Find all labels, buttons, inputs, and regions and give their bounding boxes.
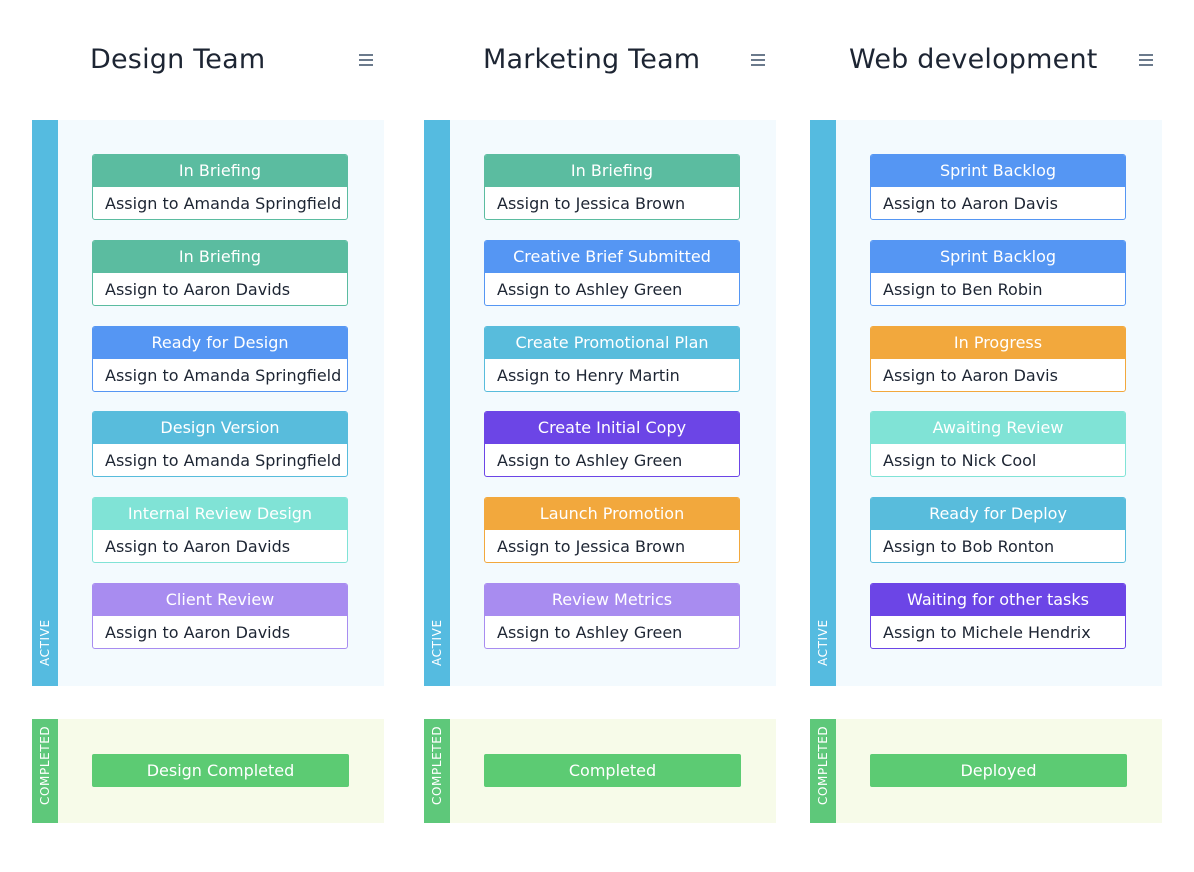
completed-strip: COMPLETED xyxy=(32,719,58,823)
task-assignee: Assign to Aaron Davids xyxy=(105,280,291,299)
board-column: Marketing Team ACTIVE In Briefing Assign to… xyxy=(424,0,776,872)
active-section: ACTIVE Sprint Backlog Assign to Aaron Davi… xyxy=(810,120,1162,686)
task-assignee: Assign to Amanda Springfield xyxy=(105,366,342,385)
active-strip: ACTIVE xyxy=(424,120,450,686)
completed-section: COMPLETED Deployed xyxy=(810,719,1162,823)
task-status: Launch Promotion xyxy=(485,498,739,530)
task-card[interactable]: Sprint Backlog Assign to Aaron Davis xyxy=(870,154,1126,220)
completed-section: COMPLETED Design Completed xyxy=(32,719,384,823)
task-card[interactable]: Review Metrics Assign to Ashley Green xyxy=(484,583,740,649)
task-status: In Briefing xyxy=(93,241,347,273)
task-assignee: Assign to Aaron Davids xyxy=(105,537,291,556)
task-status: Design Version xyxy=(93,412,347,444)
task-assignee: Assign to Michele Hendrix xyxy=(883,623,1091,642)
task-status: In Briefing xyxy=(485,155,739,187)
hamburger-menu-icon[interactable] xyxy=(357,50,375,70)
active-strip: ACTIVE xyxy=(810,120,836,686)
task-assignee: Assign to Bob Ronton xyxy=(883,537,1055,556)
task-card[interactable]: In Briefing Assign to Amanda Springfield xyxy=(92,154,348,220)
task-status: Creative Brief Submitted xyxy=(485,241,739,273)
completed-label-wrap: COMPLETED xyxy=(32,699,58,819)
board-column: Design Team ACTIVE In Briefing Assign to Am… xyxy=(32,0,384,872)
task-card[interactable]: In Briefing Assign to Jessica Brown xyxy=(484,154,740,220)
active-label: ACTIVE xyxy=(430,619,444,666)
task-card[interactable]: Awaiting Review Assign to Nick Cool xyxy=(870,411,1126,477)
task-card[interactable]: Sprint Backlog Assign to Ben Robin xyxy=(870,240,1126,306)
task-card[interactable]: Creative Brief Submitted Assign to Ashley… xyxy=(484,240,740,306)
task-status: Review Metrics xyxy=(485,584,739,616)
task-assignee: Assign to Amanda Springfield xyxy=(105,451,342,470)
completed-label: COMPLETED xyxy=(38,725,52,805)
task-status: Client Review xyxy=(93,584,347,616)
task-assignee: Assign to Amanda Springfield xyxy=(105,194,342,213)
completed-card[interactable]: Completed xyxy=(484,754,741,787)
completed-strip: COMPLETED xyxy=(810,719,836,823)
task-card[interactable]: In Briefing Assign to Aaron Davids xyxy=(92,240,348,306)
task-assignee: Assign to Ashley Green xyxy=(497,451,683,470)
task-assignee: Assign to Ashley Green xyxy=(497,280,683,299)
task-assignee: Assign to Ashley Green xyxy=(497,623,683,642)
task-assignee: Assign to Aaron Davis xyxy=(883,194,1058,213)
task-status: Create Promotional Plan xyxy=(485,327,739,359)
task-assignee: Assign to Nick Cool xyxy=(883,451,1037,470)
completed-card[interactable]: Deployed xyxy=(870,754,1127,787)
column-header: Web development xyxy=(810,40,1162,84)
completed-label-wrap: COMPLETED xyxy=(810,699,836,819)
task-card[interactable]: Launch Promotion Assign to Jessica Brown xyxy=(484,497,740,563)
board-column: Web development ACTIVE Sprint Backlog Assig… xyxy=(810,0,1162,872)
task-card[interactable]: Create Initial Copy Assign to Ashley Gree… xyxy=(484,411,740,477)
active-label-wrap: ACTIVE xyxy=(810,560,836,680)
task-assignee: Assign to Aaron Davids xyxy=(105,623,291,642)
task-card[interactable]: Waiting for other tasks Assign to Michele… xyxy=(870,583,1126,649)
completed-strip: COMPLETED xyxy=(424,719,450,823)
task-assignee: Assign to Henry Martin xyxy=(497,366,680,385)
task-status: In Progress xyxy=(871,327,1125,359)
task-card[interactable]: Create Promotional Plan Assign to Henry M… xyxy=(484,326,740,392)
task-assignee: Assign to Aaron Davis xyxy=(883,366,1058,385)
column-title: Marketing Team xyxy=(483,44,701,75)
task-card[interactable]: Client Review Assign to Aaron Davids xyxy=(92,583,348,649)
hamburger-menu-icon[interactable] xyxy=(749,50,767,70)
task-status: Sprint Backlog xyxy=(871,155,1125,187)
column-title: Design Team xyxy=(90,44,266,75)
task-status: In Briefing xyxy=(93,155,347,187)
column-title: Web development xyxy=(849,44,1098,75)
task-status: Awaiting Review xyxy=(871,412,1125,444)
task-status: Internal Review Design xyxy=(93,498,347,530)
task-status: Ready for Design xyxy=(93,327,347,359)
task-assignee: Assign to Ben Robin xyxy=(883,280,1043,299)
completed-label: COMPLETED xyxy=(816,725,830,805)
completed-card[interactable]: Design Completed xyxy=(92,754,349,787)
column-header: Marketing Team xyxy=(424,40,776,84)
active-label-wrap: ACTIVE xyxy=(32,560,58,680)
task-card[interactable]: Internal Review Design Assign to Aaron Da… xyxy=(92,497,348,563)
task-card[interactable]: In Progress Assign to Aaron Davis xyxy=(870,326,1126,392)
task-status: Waiting for other tasks xyxy=(871,584,1125,616)
active-strip: ACTIVE xyxy=(32,120,58,686)
task-assignee: Assign to Jessica Brown xyxy=(497,194,686,213)
task-assignee: Assign to Jessica Brown xyxy=(497,537,686,556)
active-label: ACTIVE xyxy=(816,619,830,666)
task-card[interactable]: Design Version Assign to Amanda Springfie… xyxy=(92,411,348,477)
task-status: Create Initial Copy xyxy=(485,412,739,444)
completed-section: COMPLETED Completed xyxy=(424,719,776,823)
active-label-wrap: ACTIVE xyxy=(424,560,450,680)
active-section: ACTIVE In Briefing Assign to Jessica Brown… xyxy=(424,120,776,686)
completed-label-wrap: COMPLETED xyxy=(424,699,450,819)
column-header: Design Team xyxy=(32,40,384,84)
active-section: ACTIVE In Briefing Assign to Amanda Spring… xyxy=(32,120,384,686)
task-card[interactable]: Ready for Design Assign to Amanda Springf… xyxy=(92,326,348,392)
completed-label: COMPLETED xyxy=(430,725,444,805)
task-status: Ready for Deploy xyxy=(871,498,1125,530)
task-card[interactable]: Ready for Deploy Assign to Bob Ronton xyxy=(870,497,1126,563)
task-status: Sprint Backlog xyxy=(871,241,1125,273)
hamburger-menu-icon[interactable] xyxy=(1137,50,1155,70)
active-label: ACTIVE xyxy=(38,619,52,666)
